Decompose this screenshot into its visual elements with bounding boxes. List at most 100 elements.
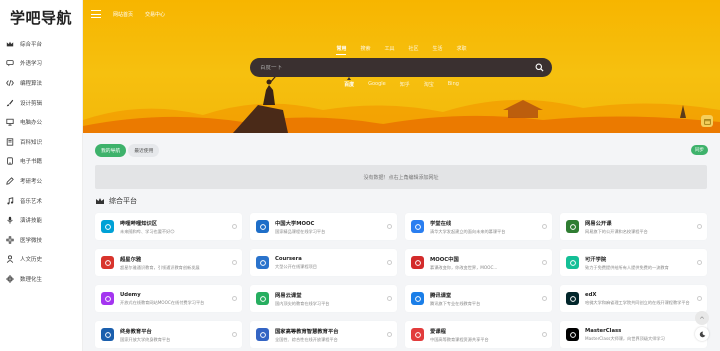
site-card[interactable]: Udemy 开放式在线教育网站MOOC在线付费学习平台 [95,285,242,312]
site-logo-icon [566,220,579,233]
site-card[interactable]: 超星尔雅 超星尔雅通识教育，引领通识教育创新发展 [95,249,242,276]
site-card-name: 可汗学院 [585,256,607,263]
site-card-text: 爱课程 中国高等教育课程资源共享平台 [430,327,540,343]
sidebar-item-label: 设计剪辑 [20,100,43,107]
site-card-text: 学堂在线 清华大学发起建立的面向未来的慕课平台 [430,219,540,235]
site-card[interactable]: 爱课程 中国高等教育课程资源共享平台 [405,321,552,348]
site-card[interactable]: 哔哩哔哩知识区 未来随和哔、学习也要不好😊 [95,213,242,240]
card-detail-icon[interactable] [232,296,237,301]
sidebar-item-zonghe[interactable]: 综合平台 [0,34,82,54]
tab-shenghuo[interactable]: 生活 [433,45,443,55]
site-card[interactable]: 学堂在线 清华大学发起建立的面向未来的慕课平台 [405,213,552,240]
sidebar-item-dianzi[interactable]: 电子书籍 [0,152,82,172]
card-detail-icon[interactable] [232,332,237,337]
sidebar-item-renwen[interactable]: 人文历史 [0,250,82,270]
pill-recent[interactable]: 最近使用 [128,144,160,157]
site-logo-icon [101,220,114,233]
site-card-desc: 哈佛大学和麻省理工学院共同创立的在线开课程教学平台 [585,299,690,305]
site-card[interactable]: 可汗学院 致力于免费提供给所有人提供免费的一流教育 [560,249,707,276]
engine-taobao[interactable]: 淘宝 [424,81,434,88]
site-card[interactable]: 终身教育平台 国家开放大学终身教育平台 [95,321,242,348]
site-card-desc: 中国高等教育课程资源共享平台 [430,336,489,342]
site-card[interactable]: 网易云课堂 国内顶尖的教育在线学习平台 [250,285,397,312]
sidebar-item-kaoyan[interactable]: 考研考公 [0,171,82,191]
site-card-grid: 哔哩哔哩知识区 未来随和哔、学习也要不好😊 中国大学MOOC 国家精品课程在线学习平台… [95,213,707,348]
site-card[interactable]: 国家高等教育智慧教育平台 全国性、综合性在线开放课程平台 [250,321,397,348]
site-card-name: 国家高等教育智慧教育平台 [275,328,339,335]
site-card-name: 爱课程 [430,328,446,335]
card-detail-icon[interactable] [387,332,392,337]
sidebar-item-yanjiang[interactable]: 演讲技能 [0,210,82,230]
card-detail-icon[interactable] [387,296,392,301]
pill-my-nav[interactable]: 我的导航 [95,144,127,157]
site-card[interactable]: 腾讯课堂 腾讯旗下专业在线教育平台 [405,285,552,312]
tab-qiuzhi[interactable]: 求职 [457,45,467,55]
site-card[interactable]: Coursera 大型公开在线课程项目 [250,249,397,276]
card-detail-icon[interactable] [542,260,547,265]
card-detail-icon[interactable] [697,296,702,301]
mic-icon [6,216,14,224]
site-logo-icon [566,256,579,269]
sidebar-item-yixue[interactable]: 医学微技 [0,230,82,250]
site-card[interactable]: 中国大学MOOC 国家精品课程在线学习平台 [250,213,397,240]
card-detail-icon[interactable] [232,260,237,265]
site-card-text: 中国大学MOOC 国家精品课程在线学习平台 [275,219,385,235]
card-detail-icon[interactable] [542,296,547,301]
top-link-trade[interactable]: 交易中心 [145,11,165,18]
site-card[interactable]: 网易公开课 网易旗下的公开课和名校课程平台 [560,213,707,240]
site-logo-icon [411,292,424,305]
theme-toggle-button[interactable] [695,327,709,341]
site-card-text: 可汗学院 致力于免费提供给所有人提供免费的一流教育 [585,255,695,271]
sidebar-item-sheji[interactable]: 设计剪辑 [0,93,82,113]
card-detail-icon[interactable] [542,332,547,337]
sidebar-item-bangong[interactable]: 电脑办公 [0,112,82,132]
site-card-text: 网易云课堂 国内顶尖的教育在线学习平台 [275,291,385,307]
card-detail-icon[interactable] [387,224,392,229]
scroll-top-button[interactable] [695,311,709,325]
site-card-desc: 国家精品课程在线学习平台 [275,228,326,234]
site-card-text: 国家高等教育智慧教育平台 全国性、综合性在线开放课程平台 [275,327,385,343]
site-logo-icon [101,328,114,341]
tab-changyong[interactable]: 常用 [336,45,347,55]
sidebar-nav: 综合平台 外语学习 编程算法 设计剪辑 电脑办公 百科知识 电子书籍 考研考公 … [0,34,82,289]
sidebar-item-biancheng[interactable]: 编程算法 [0,73,82,93]
engine-bing[interactable]: Bing [448,81,459,88]
engine-zhihu[interactable]: 知乎 [400,81,410,88]
menu-icon[interactable] [91,10,101,18]
crown-icon [96,198,104,204]
sidebar-item-shuli[interactable]: 数理化生 [0,269,82,289]
tab-shequ[interactable]: 社区 [409,45,419,55]
site-card[interactable]: MOOC中国 慕课改变你，你改变世界，MOOC... [405,249,552,276]
top-link-home[interactable]: 网站首页 [113,11,133,18]
card-detail-icon[interactable] [387,260,392,265]
calendar-icon[interactable] [701,115,713,127]
site-card-text: 腾讯课堂 腾讯旗下专业在线教育平台 [430,291,540,307]
engine-baidu[interactable]: 百度 [344,81,354,88]
card-detail-icon[interactable] [697,260,702,265]
chat-icon [6,59,14,67]
site-card-desc: 全国性、综合性在线开放课程平台 [275,336,338,342]
card-detail-icon[interactable] [697,224,702,229]
engine-google[interactable]: Google [368,81,386,88]
sidebar-item-yinyue[interactable]: 音乐艺术 [0,191,82,211]
sidebar-item-label: 考研考公 [20,178,43,185]
site-card-name: 终身教育平台 [120,328,152,335]
site-logo-icon [256,292,269,305]
sidebar-item-label: 百科知识 [20,139,43,146]
card-detail-icon[interactable] [232,224,237,229]
sidebar-item-waiyu[interactable]: 外语学习 [0,54,82,74]
site-card-text: 网易公开课 网易旗下的公开课和名校课程平台 [585,219,695,235]
tab-gongju[interactable]: 工具 [384,45,394,55]
card-detail-icon[interactable] [542,224,547,229]
site-card[interactable]: MasterClass MasterClass大师课，向世界顶级大师学习 [560,321,707,348]
sync-button[interactable]: 同步 [691,145,708,155]
tab-sousuo[interactable]: 搜索 [360,45,370,55]
search-icon[interactable] [535,63,544,72]
search-engine-list: 百度 Google 知乎 淘宝 Bing [83,81,720,88]
sidebar-item-baike[interactable]: 百科知识 [0,132,82,152]
site-card[interactable]: edX 哈佛大学和麻省理工学院共同创立的在线开课程教学平台 [560,285,707,312]
search-input[interactable] [260,64,520,71]
site-card-desc: 腾讯旗下专业在线教育平台 [430,300,481,306]
site-card-desc: 大型公开在线课程项目 [275,263,317,269]
site-logo[interactable]: 学吧导航 [0,0,82,34]
